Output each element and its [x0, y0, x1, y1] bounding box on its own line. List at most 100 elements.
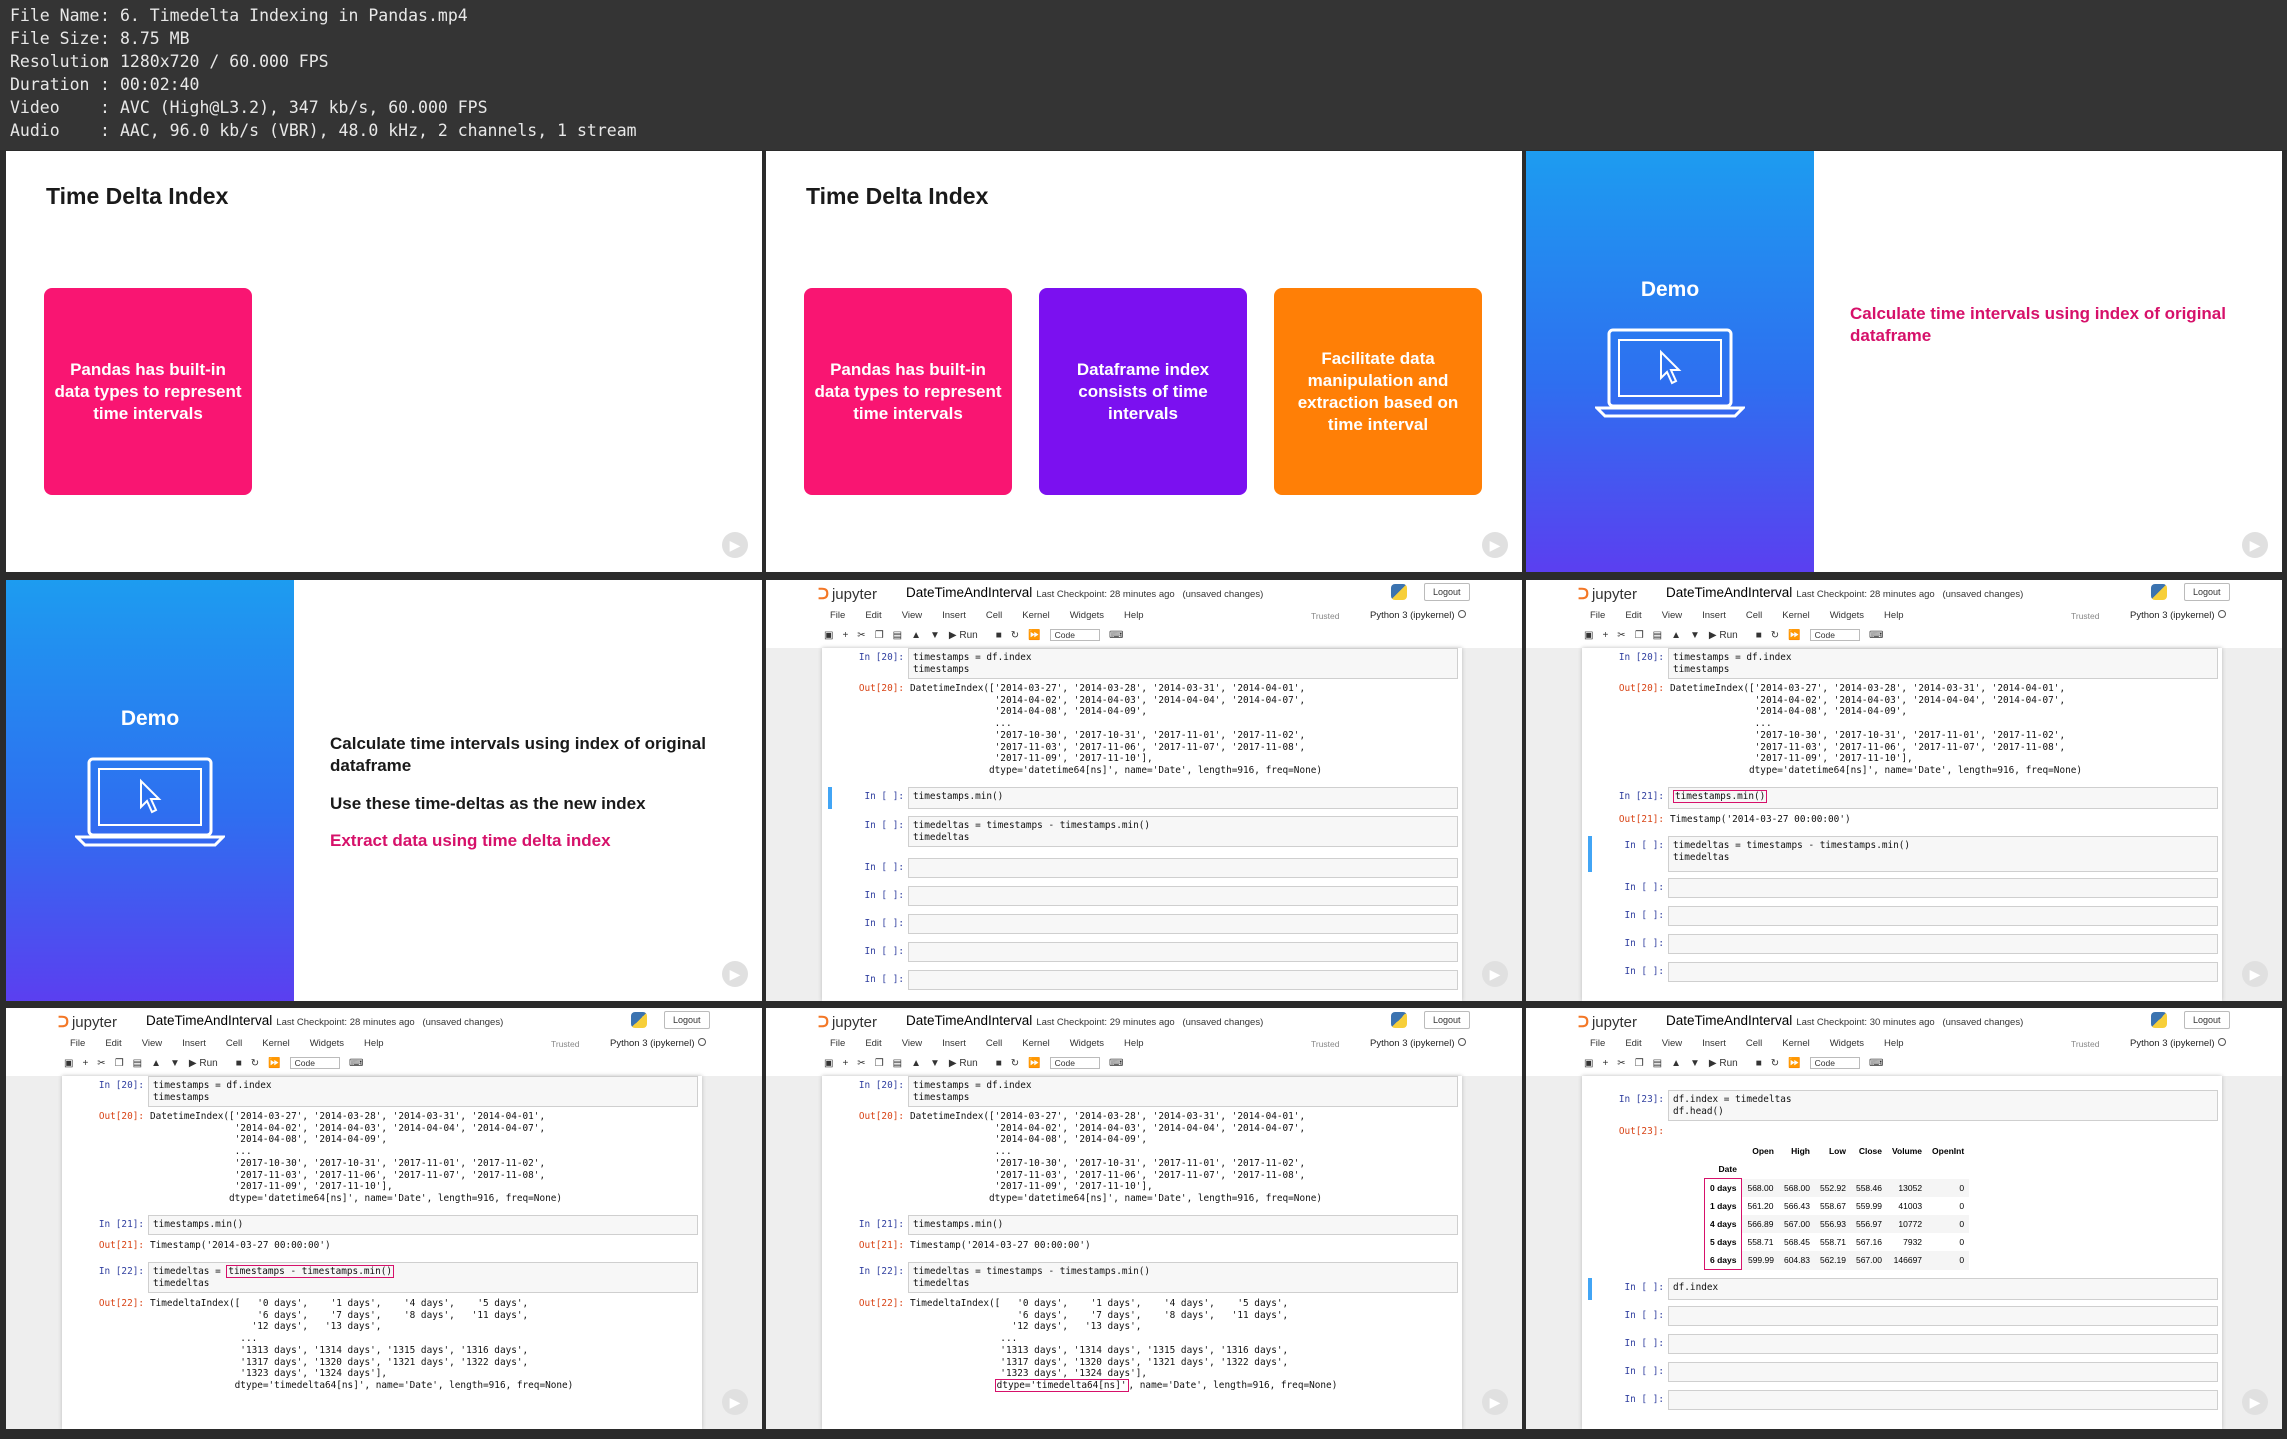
- keyboard-icon[interactable]: ⌨: [1109, 1058, 1123, 1069]
- menu-file[interactable]: File: [830, 1038, 845, 1049]
- stop-icon[interactable]: ■: [996, 1058, 1002, 1069]
- jupyter-logo[interactable]: ᑐ jupyter: [818, 1013, 877, 1031]
- cell-input[interactable]: timestamps.min(): [908, 1215, 1458, 1235]
- code-cell-selected[interactable]: In [ ]: df.index: [1582, 1278, 2222, 1300]
- keyboard-icon[interactable]: ⌨: [1869, 630, 1883, 641]
- notebook-name[interactable]: DateTimeAndInterval Last Checkpoint: 29 m…: [906, 1013, 1263, 1028]
- menu-edit[interactable]: Edit: [1625, 1038, 1641, 1049]
- move-up-icon[interactable]: ▲: [911, 1058, 921, 1069]
- notebook-title[interactable]: DateTimeAndInterval: [1666, 585, 1792, 600]
- stop-icon[interactable]: ■: [1756, 630, 1762, 641]
- cell-input[interactable]: timestamps = df.index timestamps: [908, 1076, 1458, 1107]
- menu-view[interactable]: View: [1662, 610, 1682, 621]
- add-cell-icon[interactable]: +: [1602, 1058, 1608, 1069]
- add-cell-icon[interactable]: +: [842, 630, 848, 641]
- restart-icon[interactable]: ↻: [1011, 1058, 1019, 1069]
- cell-input[interactable]: [1668, 934, 2218, 954]
- cell-input[interactable]: timestamps.min(): [1668, 787, 2218, 809]
- cut-icon[interactable]: ✂: [1617, 630, 1625, 641]
- cell-input[interactable]: df.index: [1668, 1278, 2218, 1300]
- menu-help[interactable]: Help: [1124, 1038, 1144, 1049]
- menu-file[interactable]: File: [1590, 610, 1605, 621]
- run-button[interactable]: ▶ Run: [949, 1058, 987, 1069]
- cut-icon[interactable]: ✂: [857, 630, 865, 641]
- cell-input[interactable]: timedeltas = timestamps - timestamps.min…: [908, 1262, 1458, 1293]
- cell-type-select[interactable]: Code: [289, 1057, 340, 1069]
- save-icon[interactable]: ▣: [1584, 1058, 1593, 1069]
- menu-view[interactable]: View: [902, 610, 922, 621]
- paste-icon[interactable]: ▤: [133, 1058, 142, 1069]
- menu-insert[interactable]: Insert: [1702, 1038, 1726, 1049]
- notebook-title[interactable]: DateTimeAndInterval: [146, 1013, 272, 1028]
- cell-input[interactable]: [1668, 1334, 2218, 1354]
- menu-kernel[interactable]: Kernel: [1782, 610, 1809, 621]
- menu-insert[interactable]: Insert: [182, 1038, 206, 1049]
- move-down-icon[interactable]: ▼: [930, 630, 940, 641]
- jupyter-logo[interactable]: ᑐ jupyter: [818, 585, 877, 603]
- fast-forward-icon[interactable]: ⏩: [1788, 630, 1800, 641]
- move-up-icon[interactable]: ▲: [911, 630, 921, 641]
- run-button[interactable]: ▶ Run: [1709, 1058, 1747, 1069]
- menu-edit[interactable]: Edit: [865, 1038, 881, 1049]
- move-down-icon[interactable]: ▼: [1690, 630, 1700, 641]
- move-down-icon[interactable]: ▼: [930, 1058, 940, 1069]
- fast-forward-icon[interactable]: ⏩: [1788, 1058, 1800, 1069]
- menu-cell[interactable]: Cell: [986, 1038, 1002, 1049]
- menu-edit[interactable]: Edit: [865, 610, 881, 621]
- cell-input[interactable]: [1668, 1306, 2218, 1326]
- fast-forward-icon[interactable]: ⏩: [1028, 630, 1040, 641]
- save-icon[interactable]: ▣: [824, 1058, 833, 1069]
- keyboard-icon[interactable]: ⌨: [1869, 1058, 1883, 1069]
- menu-insert[interactable]: Insert: [1702, 610, 1726, 621]
- run-button[interactable]: ▶ Run: [949, 630, 987, 641]
- cell-input[interactable]: df.index = timedeltas df.head(): [1668, 1090, 2218, 1121]
- cell-input[interactable]: [1668, 906, 2218, 926]
- cut-icon[interactable]: ✂: [1617, 1058, 1625, 1069]
- trusted-indicator[interactable]: Trusted: [2071, 611, 2100, 621]
- menu-kernel[interactable]: Kernel: [1022, 1038, 1049, 1049]
- notebook-name[interactable]: DateTimeAndInterval Last Checkpoint: 28 m…: [1666, 585, 2023, 600]
- copy-icon[interactable]: ❐: [1635, 1058, 1644, 1069]
- cell-type-select[interactable]: Code: [1049, 629, 1100, 641]
- cell-type-select[interactable]: Code: [1809, 1057, 1860, 1069]
- trusted-indicator[interactable]: Trusted: [1311, 1039, 1340, 1049]
- logout-button[interactable]: Logout: [664, 1011, 710, 1029]
- cell-type-select[interactable]: Code: [1809, 629, 1860, 641]
- menu-view[interactable]: View: [142, 1038, 162, 1049]
- add-cell-icon[interactable]: +: [1602, 630, 1608, 641]
- restart-icon[interactable]: ↻: [251, 1058, 259, 1069]
- cell-input[interactable]: [1668, 1362, 2218, 1382]
- paste-icon[interactable]: ▤: [1653, 1058, 1662, 1069]
- cell-type-select[interactable]: Code: [1049, 1057, 1100, 1069]
- cell-input[interactable]: timedeltas = timestamps - timestamps.min…: [1668, 836, 2218, 872]
- menu-widgets[interactable]: Widgets: [1830, 610, 1864, 621]
- menu-kernel[interactable]: Kernel: [1022, 610, 1049, 621]
- copy-icon[interactable]: ❐: [875, 1058, 884, 1069]
- logout-button[interactable]: Logout: [1424, 583, 1470, 601]
- code-cell-selected[interactable]: In [ ]: timedeltas = timestamps - timest…: [1582, 836, 2222, 872]
- menu-kernel[interactable]: Kernel: [262, 1038, 289, 1049]
- keyboard-icon[interactable]: ⌨: [349, 1058, 363, 1069]
- notebook-name[interactable]: DateTimeAndInterval Last Checkpoint: 30 m…: [1666, 1013, 2023, 1028]
- notebook-name[interactable]: DateTimeAndInterval Last Checkpoint: 28 m…: [906, 585, 1263, 600]
- menu-file[interactable]: File: [830, 610, 845, 621]
- menu-insert[interactable]: Insert: [942, 1038, 966, 1049]
- paste-icon[interactable]: ▤: [1653, 630, 1662, 641]
- save-icon[interactable]: ▣: [1584, 630, 1593, 641]
- notebook-title[interactable]: DateTimeAndInterval: [906, 1013, 1032, 1028]
- menu-kernel[interactable]: Kernel: [1782, 1038, 1809, 1049]
- menu-cell[interactable]: Cell: [1746, 610, 1762, 621]
- cell-input[interactable]: [1668, 878, 2218, 898]
- paste-icon[interactable]: ▤: [893, 630, 902, 641]
- cell-input[interactable]: [1668, 962, 2218, 982]
- copy-icon[interactable]: ❐: [1635, 630, 1644, 641]
- cell-input[interactable]: [908, 942, 1458, 962]
- logout-button[interactable]: Logout: [1424, 1011, 1470, 1029]
- cell-input[interactable]: [908, 914, 1458, 934]
- cell-input[interactable]: timestamps.min(): [908, 787, 1458, 809]
- menu-cell[interactable]: Cell: [986, 610, 1002, 621]
- trusted-indicator[interactable]: Trusted: [551, 1039, 580, 1049]
- menu-edit[interactable]: Edit: [1625, 610, 1641, 621]
- add-cell-icon[interactable]: +: [82, 1058, 88, 1069]
- notebook-title[interactable]: DateTimeAndInterval: [906, 585, 1032, 600]
